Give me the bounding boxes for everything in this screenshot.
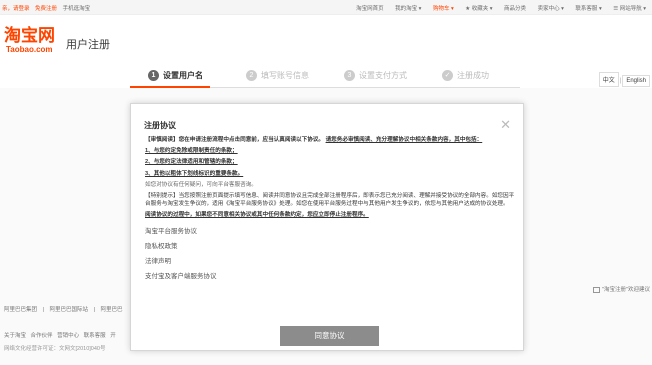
link-legal-statement[interactable]: 法律声明 [145,254,515,269]
agreement-dialog: 注册协议 ✕ 【审慎阅读】您在申请注册流程中点击同意前，应当认真阅读以下协议。 … [130,103,524,351]
topbar-site-nav[interactable]: ☰ 网站导航 ▾ [613,6,646,12]
register-link[interactable]: 免费注册 [35,6,57,12]
step-2: 2 填写账号信息 [246,70,309,81]
topbar-my-taobao[interactable]: 我的淘宝 ▾ [395,6,421,12]
header: 淘宝网 Taobao.com 用户注册 [0,16,652,66]
link-alipay-agreement[interactable]: 支付宝及客户端服务协议 [145,269,515,284]
topbar-customer-service[interactable]: 联系客服 ▾ [575,6,601,12]
agreement-paragraph: 【审慎阅读】您在申请注册流程中点击同意前，应当认真阅读以下协议。 请您务必审慎阅… [145,136,515,144]
step-4: ✓ 注册成功 [442,70,489,81]
mobile-link[interactable]: 手机逛淘宝 [63,6,91,12]
topbar-home-link[interactable]: 淘宝网首页 [356,6,384,12]
link-privacy-policy[interactable]: 隐私权政策 [145,239,515,254]
topbar-cart[interactable]: 购物车 ▾ [433,6,454,12]
topbar-right: 淘宝网首页 我的淘宝 ▾ 购物车 ▾ ★ 收藏夹 ▾ 商品分类 卖家中心 ▾ 联… [346,4,646,12]
agree-button[interactable]: 同意协议 [280,326,379,346]
stop-notice: 阅读协议的过程中，如果您不同意相关协议或其中任何条款约定，您应立即停止注册程序。 [145,212,369,219]
topbar-favorites[interactable]: ★ 收藏夹 ▾ [465,6,492,12]
lang-english[interactable]: English [622,75,650,87]
agreement-content[interactable]: 【审慎阅读】您在申请注册流程中点击同意前，应当认真阅读以下协议。 请您务必审慎阅… [145,136,515,314]
review-notice-emphasis: 请您务必审慎阅读、充分理解协议中相关条款内容，其中包括： [325,137,483,143]
topbar-seller-center[interactable]: 卖家中心 ▾ [538,6,564,12]
link-platform-agreement[interactable]: 淘宝平台服务协议 [145,224,515,239]
agreement-paragraph: 如您对协议有任何疑问，可向平台客服咨询。 [145,181,257,188]
step-1-number: 1 [148,70,159,81]
step-3: 3 设置支付方式 [344,70,407,81]
agreement-links: 淘宝平台服务协议 隐私权政策 法律声明 支付宝及客户端服务协议 [145,224,515,284]
taobao-logo[interactable]: 淘宝网 Taobao.com [4,28,62,58]
close-icon[interactable]: ✕ [500,118,511,131]
step-3-label: 设置支付方式 [359,71,407,80]
language-switch: 中文 | English [598,72,650,87]
review-notice: 【审慎阅读】您在申请注册流程中点击同意前，应当认真阅读以下协议。 [145,137,325,143]
dialog-title: 注册协议 [144,121,176,130]
step-4-label: 注册成功 [457,71,489,80]
special-notice: 【特别提示】当您按照注册页面提示填写信息、阅读并同意协议且完成全部注册程序后，即… [145,193,515,208]
topbar-categories[interactable]: 商品分类 [504,6,526,12]
top-bar: 亲，请登录 免费注册 手机逛淘宝 淘宝网首页 我的淘宝 ▾ 购物车 ▾ ★ 收藏… [0,0,652,15]
agreement-item: 3、其他以粗体下划线标识的重要条款。 [145,170,244,177]
lang-chinese[interactable]: 中文 [598,72,619,87]
step-4-check-icon: ✓ [442,70,453,81]
step-1: 1 设置用户名 [148,70,203,81]
agreement-item: 2、与您约定法律适用和管辖的条款； [145,159,238,166]
topbar-left: 亲，请登录 免费注册 手机逛淘宝 [2,4,94,12]
logo-cn: 淘宝网 [4,26,55,46]
login-link[interactable]: 亲，请登录 [2,6,30,12]
registration-steps: 1 设置用户名 2 填写账号信息 3 设置支付方式 ✓ 注册成功 [130,66,520,88]
logo-en: Taobao.com [6,45,53,54]
step-2-label: 填写账号信息 [261,71,309,80]
page-title: 用户注册 [66,39,110,51]
step-1-label: 设置用户名 [163,71,203,80]
agreement-item: 1、与您约定免除或限制责任的条款； [145,148,238,155]
step-3-number: 3 [344,70,355,81]
step-2-number: 2 [246,70,257,81]
